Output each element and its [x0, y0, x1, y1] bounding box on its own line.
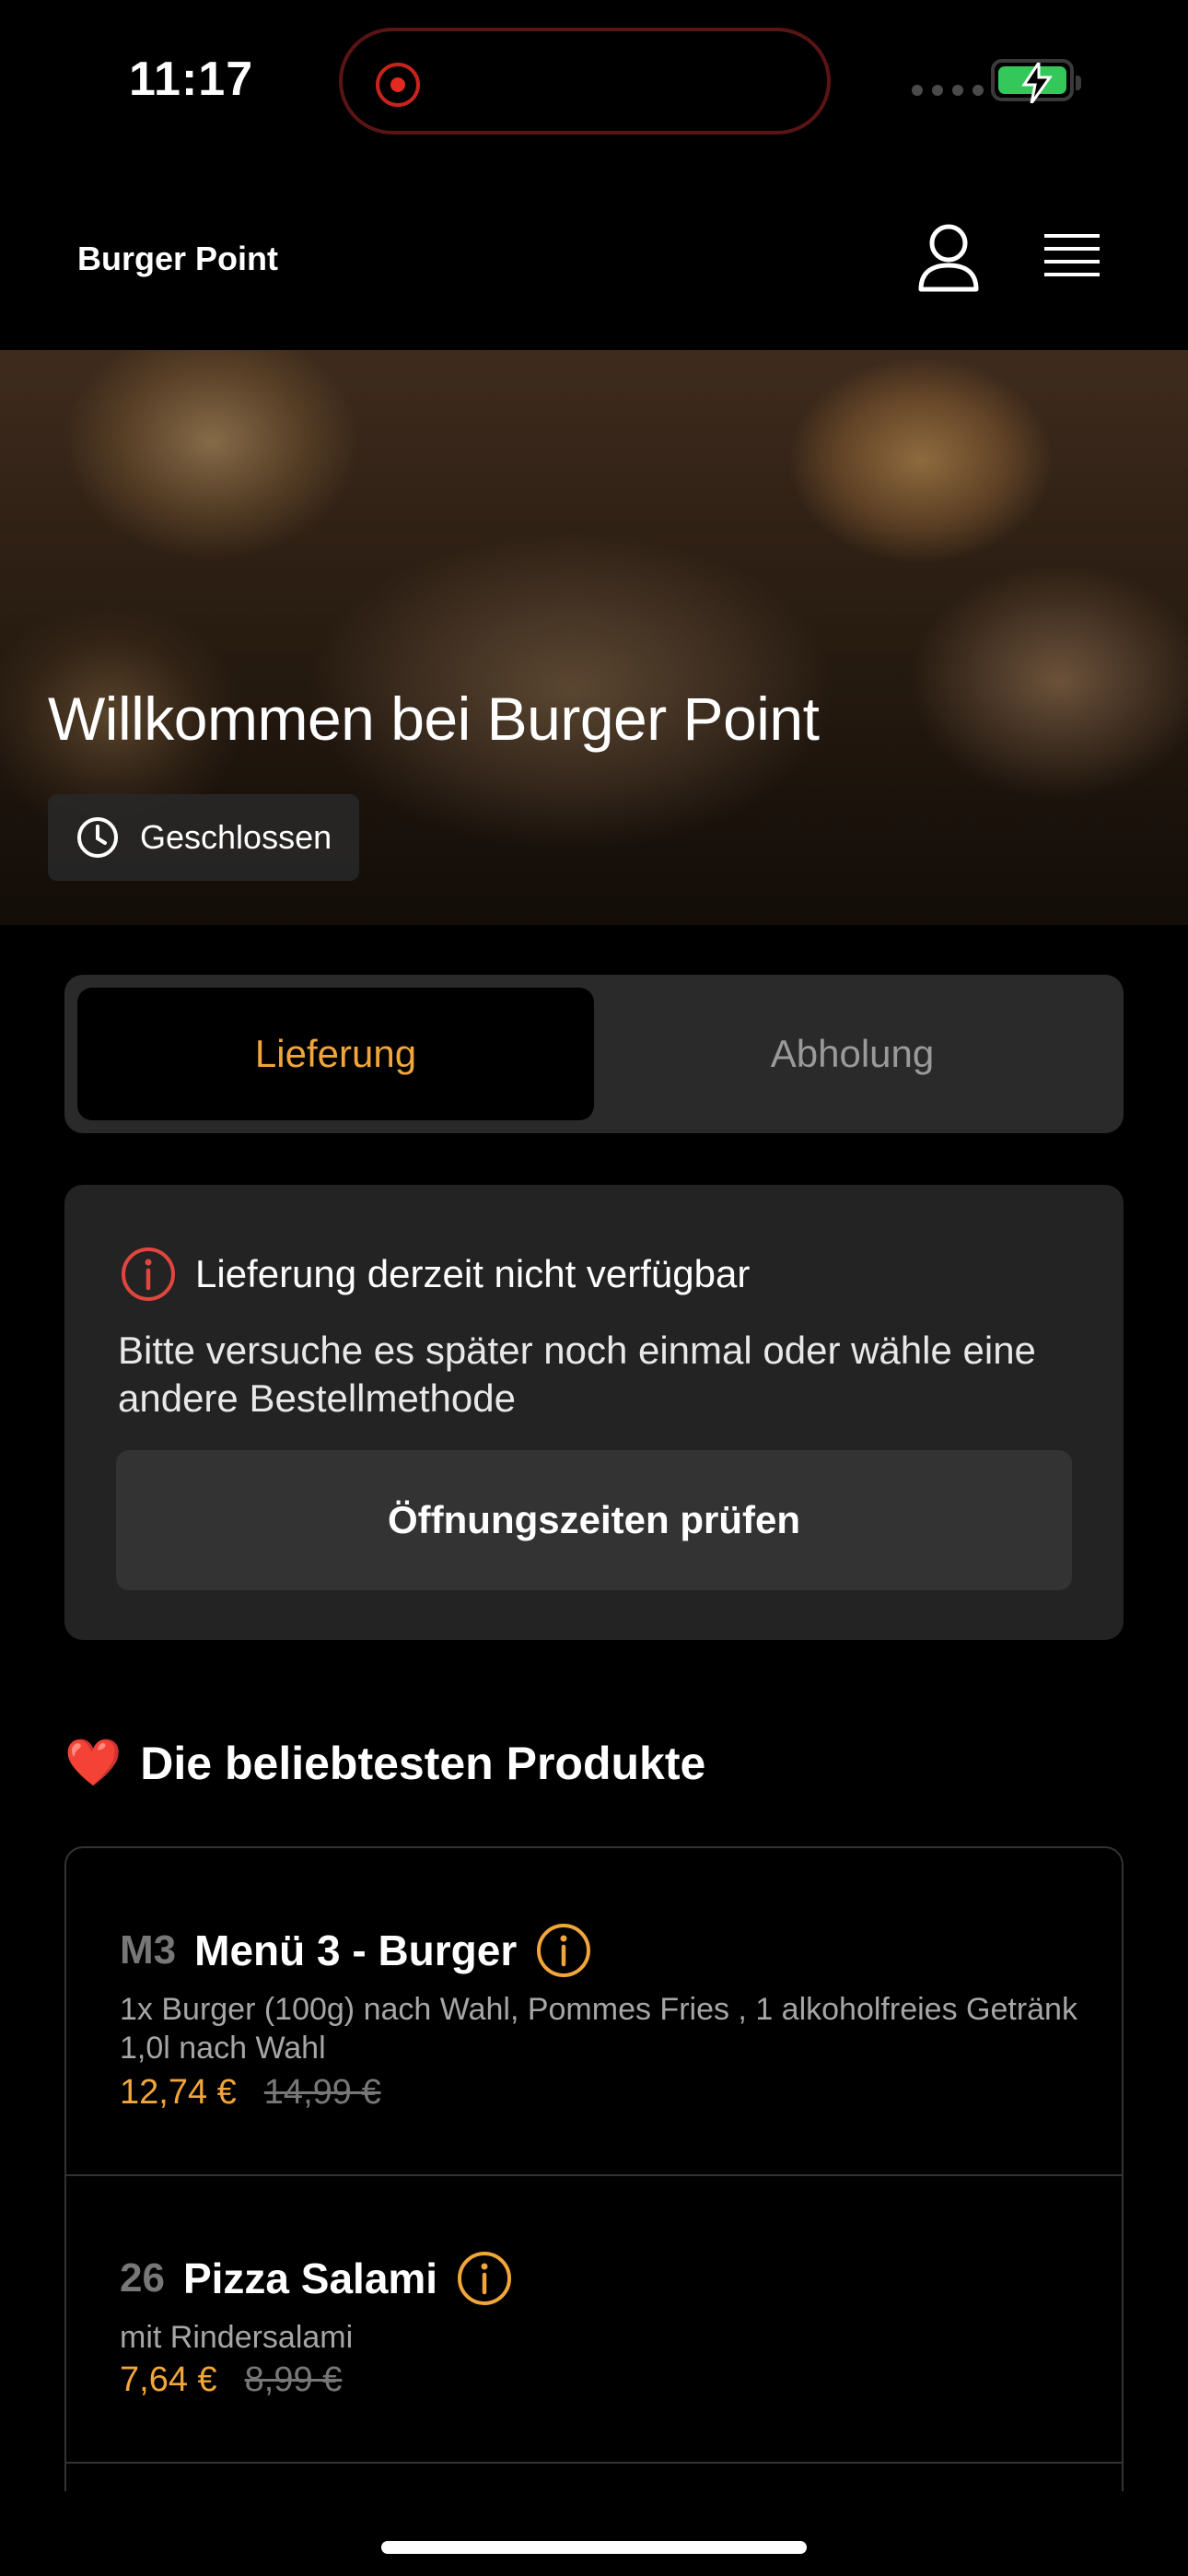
recording-indicator-icon: [376, 63, 420, 107]
section-title: Die beliebtesten Produkte: [140, 1737, 706, 1789]
check-opening-hours-button[interactable]: Öffnungszeiten prüfen: [116, 1450, 1072, 1590]
product-price: 12,74 € 14,99 €: [120, 2073, 381, 2113]
status-time: 11:17: [129, 53, 254, 106]
product-description: 1x Burger (100g) nach Wahl, Pommes Fries…: [120, 1992, 1077, 2066]
home-indicator[interactable]: [381, 2541, 807, 2554]
status-badge: Geschlossen: [48, 794, 360, 881]
delivery-unavailable-card: Lieferung derzeit nicht verfügbar Bitte …: [64, 1185, 1124, 1640]
info-icon[interactable]: [535, 1922, 592, 1979]
status-badge-label: Geschlossen: [140, 818, 332, 856]
price-original: 14,99 €: [263, 2073, 381, 2112]
product-name: Menü 3 - Burger: [194, 1926, 518, 1974]
hero-banner: Willkommen bei Burger Point Geschlossen: [0, 350, 1188, 925]
hero-title: Willkommen bei Burger Point: [48, 685, 820, 753]
user-icon[interactable]: [915, 223, 982, 293]
popular-products-heading: ❤️ Die beliebtesten Produkte: [64, 1736, 705, 1790]
app-header: Burger Point: [0, 166, 1188, 350]
info-icon[interactable]: [456, 2250, 513, 2307]
product-code: 26: [120, 2255, 165, 2301]
product-list: M3 Menü 3 - Burger 1x Burger (100g) nach…: [64, 1846, 1124, 2491]
product-card[interactable]: 26 Pizza Salami mit Rindersalami 7,64 € …: [66, 2176, 1122, 2464]
order-method-tabs: Lieferung Abholung: [64, 975, 1124, 1133]
tab-delivery[interactable]: Lieferung: [77, 988, 594, 1120]
product-card[interactable]: M3 Menü 3 - Burger 1x Burger (100g) nach…: [66, 1848, 1122, 2176]
tab-pickup[interactable]: Abholung: [594, 988, 1111, 1120]
signal-icon: [912, 85, 984, 96]
product-name: Pizza Salami: [182, 2254, 438, 2302]
menu-icon[interactable]: [1042, 230, 1101, 286]
status-bar: 11:17: [0, 0, 1188, 166]
notice-header: Lieferung derzeit nicht verfügbar: [120, 1246, 750, 1303]
notice-title: Lieferung derzeit nicht verfügbar: [195, 1252, 751, 1295]
product-code: M3: [120, 1927, 177, 1973]
price-current: 12,74 €: [120, 2073, 237, 2112]
info-alert-icon: [122, 1247, 175, 1301]
product-description: mit Rindersalami: [120, 2320, 354, 2355]
heart-icon: ❤️: [64, 1737, 122, 1788]
price-current: 7,64 €: [120, 2360, 217, 2399]
notice-text: Bitte versuche es später noch einmal ode…: [118, 1329, 1036, 1420]
battery-icon: [991, 59, 1081, 103]
clock-icon: [77, 817, 118, 858]
brand-title[interactable]: Burger Point: [77, 240, 278, 278]
product-price: 7,64 € 8,99 €: [120, 2360, 342, 2400]
price-original: 8,99 €: [244, 2360, 343, 2399]
dynamic-island: [339, 28, 831, 135]
